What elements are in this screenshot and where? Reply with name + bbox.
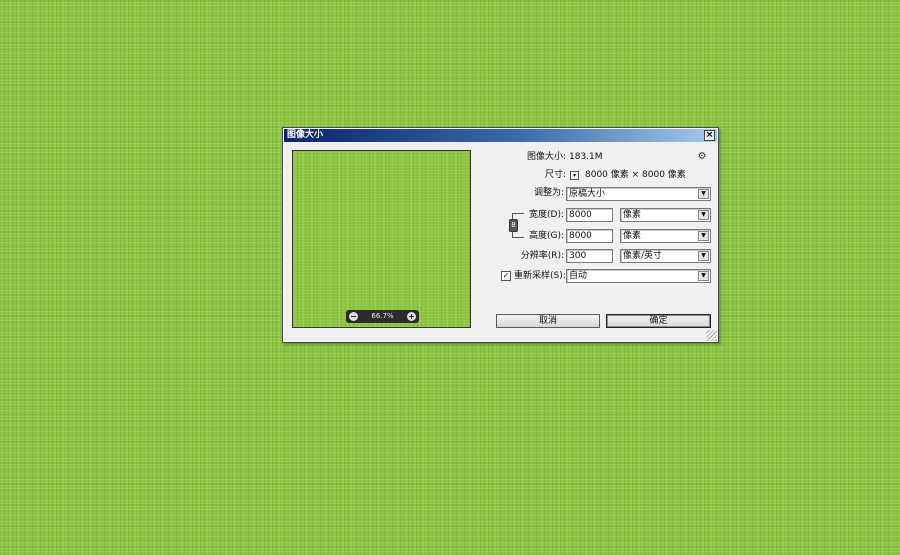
height-input[interactable]: 8000 [566,229,613,243]
resample-value: 自动 [569,271,588,281]
height-unit-value: 像素 [623,231,642,241]
ok-button[interactable]: 确定 [606,314,711,328]
chevron-down-icon: ▼ [698,251,709,261]
resolution-label: 分辨率(R): [520,251,564,261]
resolution-unit-select[interactable]: 像素/英寸 ▼ [620,249,711,263]
image-size-dialog: 图像大小 × − 66.7% + 图像大小: 183.1M ⚙ 尺寸: ▾ 80… [282,127,719,343]
fit-to-label: 调整为: [533,188,564,198]
close-icon[interactable]: × [704,130,715,141]
image-size-value: 183.1M [569,152,603,162]
chevron-down-icon: ▼ [698,189,709,199]
dimensions-value: 8000 像素 × 8000 像素 [585,170,686,180]
checkmark-icon: ✓ [502,271,510,280]
resolution-unit-value: 像素/英寸 [623,251,663,261]
fit-to-select[interactable]: 原稿大小 ▼ [566,187,711,201]
image-preview[interactable]: − 66.7% + [292,150,471,328]
width-unit-value: 像素 [623,210,642,220]
zoom-control: − 66.7% + [346,310,419,323]
resample-select[interactable]: 自动 ▼ [566,269,711,283]
width-unit-select[interactable]: 像素 ▼ [620,208,711,222]
resize-grip-icon[interactable] [706,330,717,341]
height-unit-select[interactable]: 像素 ▼ [620,229,711,243]
cancel-button[interactable]: 取消 [496,314,600,328]
height-label: 高度(G): [528,231,564,241]
chevron-down-icon: ▼ [698,271,709,281]
gear-icon[interactable]: ⚙ [696,151,708,163]
resolution-input[interactable]: 300 [566,249,613,263]
zoom-out-icon[interactable]: − [349,312,358,321]
width-label: 宽度(D): [529,210,564,220]
link-icon[interactable]: 8 [509,219,518,232]
dimensions-label: 尺寸: [544,170,566,180]
fit-to-value: 原稿大小 [569,189,606,199]
image-size-label: 图像大小: [526,152,566,162]
zoom-level: 66.7% [371,312,394,320]
chevron-down-icon: ▼ [698,210,709,220]
dimensions-dropdown-icon[interactable]: ▾ [570,171,579,180]
dialog-titlebar[interactable]: 图像大小 × [284,129,717,142]
resample-label: 重新采样(S): [514,271,566,281]
dialog-title: 图像大小 [287,130,324,140]
resample-checkbox[interactable]: ✓ [501,271,511,281]
chevron-down-icon: ▼ [698,231,709,241]
width-input[interactable]: 8000 [566,208,613,222]
zoom-in-icon[interactable]: + [407,312,416,321]
